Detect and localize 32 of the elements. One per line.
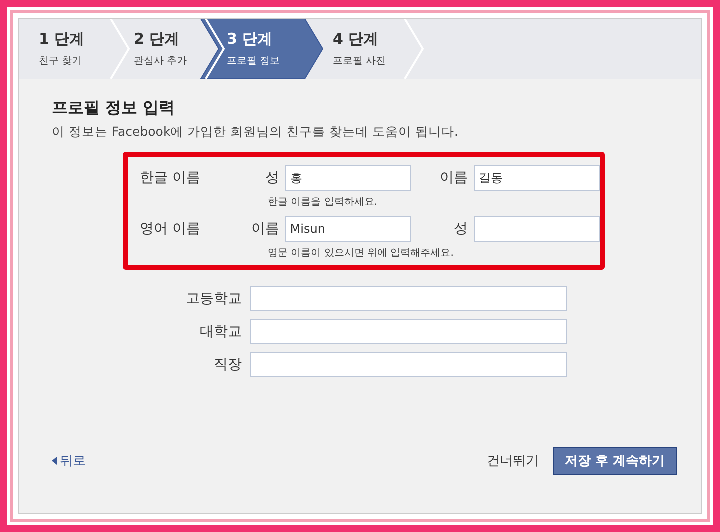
field-label: 대학교 [199, 322, 243, 340]
caret-icon [52, 457, 57, 465]
field-label: 성 [452, 220, 469, 238]
back-link[interactable]: 뒤로 [60, 452, 86, 470]
row-label: 영어 이름 [140, 220, 202, 238]
field-label: 직장 [213, 356, 243, 374]
text-field[interactable]: 홍 [285, 165, 412, 191]
step-label: 프로필 정보 [227, 55, 282, 68]
field-label: 성 [264, 169, 280, 187]
step-label: 친구 찾기 [39, 55, 84, 68]
save-button[interactable]: 저장 후 계속하기 [552, 447, 677, 475]
text-field[interactable] [250, 286, 567, 311]
text-field[interactable] [474, 216, 600, 242]
text-field[interactable] [250, 352, 567, 377]
step-number: 4 단계 [333, 30, 380, 49]
row-label: 한글 이름 [140, 169, 202, 187]
field-label: 이름 [438, 169, 469, 187]
field-label: 고등학교 [185, 290, 243, 308]
field-label: 이름 [250, 220, 280, 238]
hint-text: 한글 이름을 입력하세요. [268, 196, 379, 209]
text-field[interactable] [250, 319, 567, 344]
step-label: 프로필 사진 [333, 55, 388, 68]
hint-text: 영문 이름이 있으시면 위에 입력해주세요. [268, 247, 455, 260]
text-field[interactable]: 길동 [474, 165, 600, 191]
text-field[interactable]: Misun [285, 216, 412, 242]
description-text: 이 정보는 Facebook에 가입한 회원님의 친구를 찾는데 도움이 됩니다. [52, 124, 460, 141]
step-number: 2 단계 [134, 30, 181, 49]
step-number: 3 단계 [227, 30, 274, 49]
step-label: 관심사 추가 [134, 55, 188, 68]
skip-link[interactable]: 건너뛰기 [486, 452, 539, 470]
section-heading: 프로필 정보 입력 [52, 98, 176, 119]
step-number: 1 단계 [39, 30, 86, 49]
